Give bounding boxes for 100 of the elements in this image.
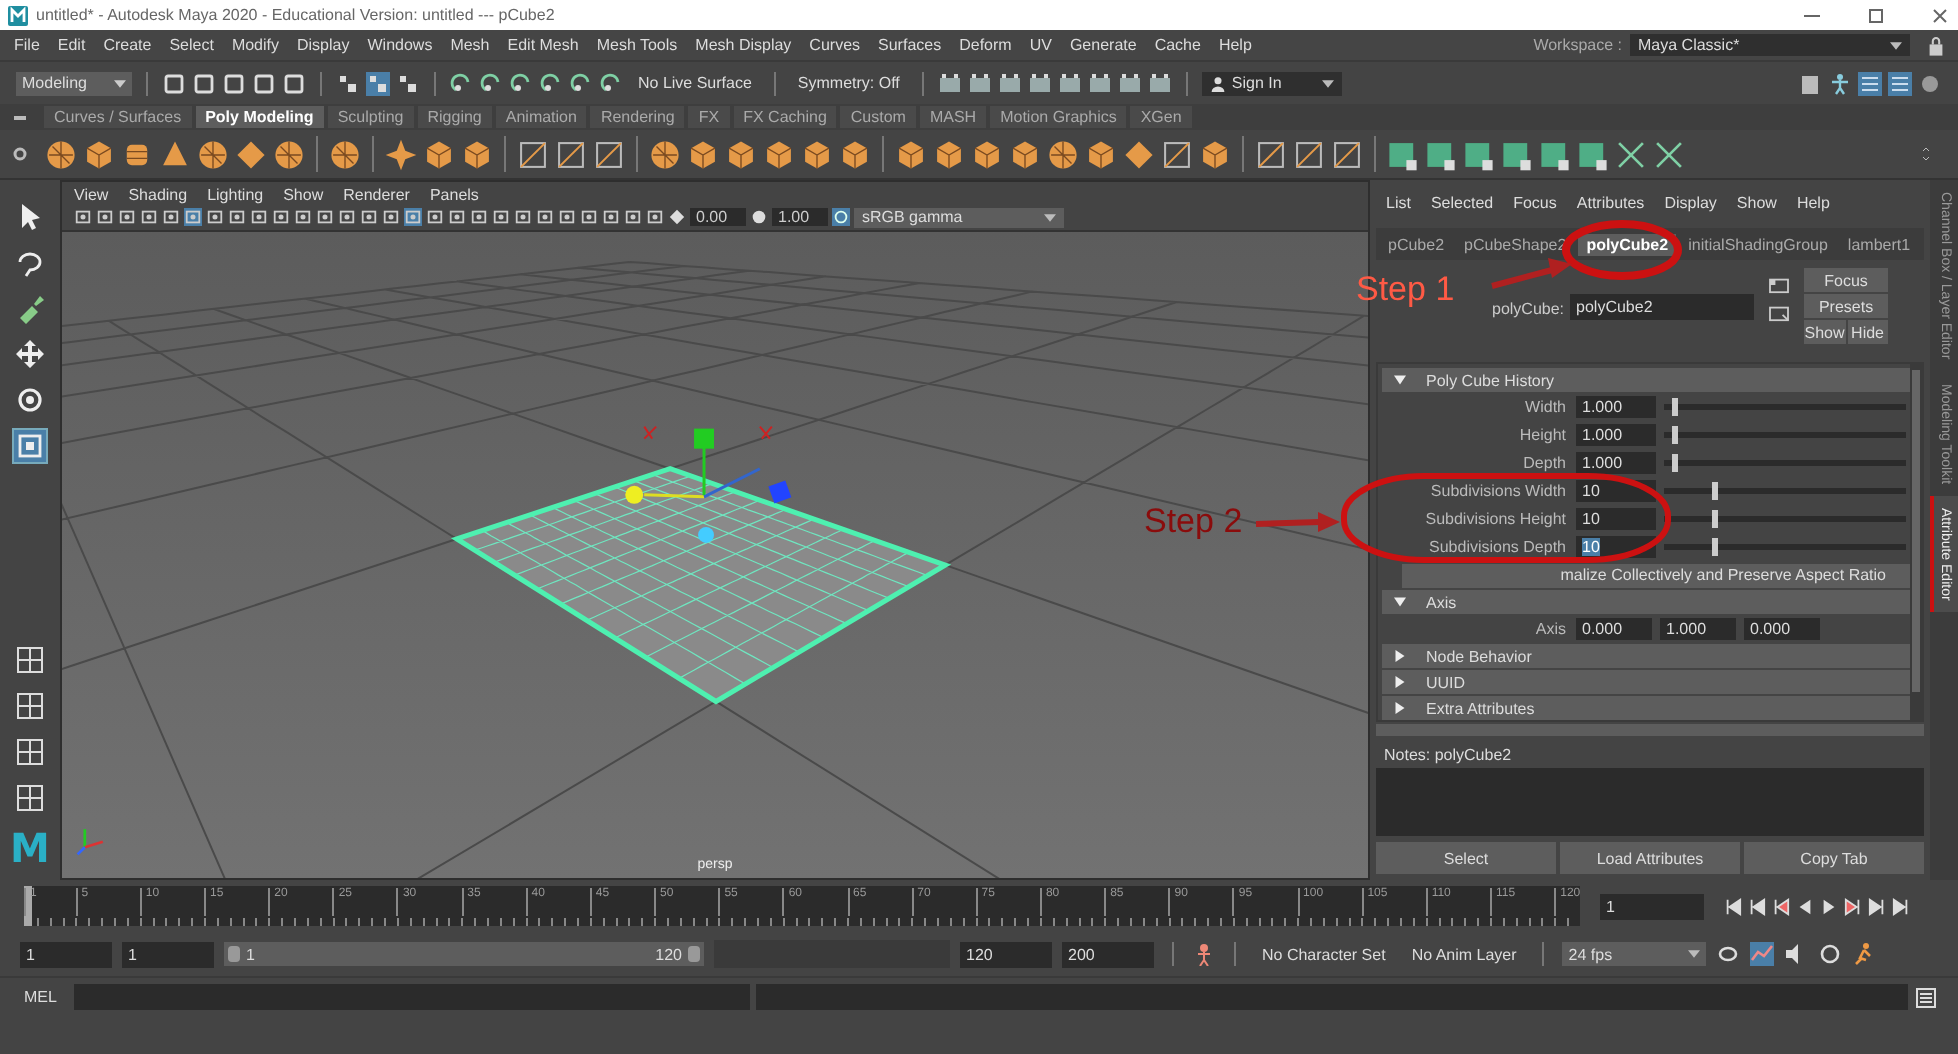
- menu-item[interactable]: File: [14, 36, 40, 54]
- cross-icon[interactable]: [1652, 137, 1686, 171]
- panel-menu-item[interactable]: Lighting: [207, 186, 264, 204]
- editor-button[interactable]: Select: [1376, 842, 1556, 874]
- single-pane-icon[interactable]: [14, 644, 46, 676]
- symmetry-dropdown[interactable]: Symmetry: Off: [789, 74, 908, 92]
- loop-icon[interactable]: [1716, 942, 1741, 966]
- poly-plane-drawing[interactable]: [450, 466, 952, 705]
- slider-thumb[interactable]: [1712, 482, 1719, 500]
- menu-item[interactable]: Mesh: [450, 36, 490, 54]
- character-key-icon[interactable]: [1192, 942, 1216, 966]
- cube-icon[interactable]: [724, 137, 758, 171]
- attribute-field[interactable]: 1.000: [1576, 396, 1656, 418]
- shelf-scroll-icon[interactable]: [1918, 146, 1934, 162]
- editor-menu-item[interactable]: Selected: [1430, 193, 1494, 211]
- mesh-icon[interactable]: [1500, 137, 1534, 171]
- attribute-field[interactable]: 0.000: [1576, 618, 1652, 640]
- node-tab[interactable]: initialShadingGroup: [1680, 233, 1836, 255]
- cube-icon[interactable]: [762, 137, 796, 171]
- panel-menu-item[interactable]: View: [74, 186, 109, 204]
- cube-icon[interactable]: [894, 137, 928, 171]
- command-language-label[interactable]: MEL: [24, 988, 68, 1006]
- shelf-tab[interactable]: FX: [688, 106, 730, 128]
- section-header[interactable]: Node Behavior: [1382, 644, 1910, 668]
- attribute-editor-icon[interactable]: [1888, 71, 1912, 95]
- character-set-dropdown[interactable]: No Character Set: [1254, 945, 1394, 963]
- shelf-tab[interactable]: Motion Graphics: [990, 106, 1127, 128]
- attribute-field[interactable]: 1.000: [1660, 618, 1736, 640]
- command-input-field[interactable]: [74, 984, 750, 1010]
- node-tab[interactable]: pCubeShape2: [1456, 233, 1575, 255]
- menu-item[interactable]: Curves: [809, 36, 861, 54]
- skip-end-icon[interactable]: [1892, 897, 1910, 915]
- cube-icon[interactable]: [1008, 137, 1042, 171]
- menu-item[interactable]: Modify: [231, 36, 279, 54]
- two-pane-icon[interactable]: [14, 736, 46, 768]
- mesh-icon[interactable]: [1386, 137, 1420, 171]
- slider-thumb[interactable]: [1712, 538, 1719, 556]
- editor-menu-item[interactable]: Focus: [1513, 193, 1557, 211]
- shelf-tab[interactable]: MASH: [919, 106, 987, 128]
- cube-icon[interactable]: [1198, 137, 1232, 171]
- panel-menu-item[interactable]: Shading: [128, 186, 188, 204]
- mesh-icon[interactable]: [1424, 137, 1458, 171]
- focus-button[interactable]: Focus: [1804, 268, 1889, 292]
- cube-icon[interactable]: [932, 137, 966, 171]
- notes-field[interactable]: [1376, 768, 1924, 836]
- shelf-tab[interactable]: Rigging: [417, 106, 492, 128]
- cube-icon[interactable]: [838, 137, 872, 171]
- play-icon[interactable]: [1820, 897, 1838, 915]
- rotate-icon[interactable]: [14, 384, 46, 416]
- cube-icon[interactable]: [970, 137, 1004, 171]
- menu-item[interactable]: Deform: [959, 36, 1012, 54]
- sphere-icon[interactable]: [1046, 137, 1080, 171]
- cube-icon[interactable]: [800, 137, 834, 171]
- section-header[interactable]: Axis: [1382, 590, 1910, 614]
- shelf-tab[interactable]: Curves / Surfaces: [44, 106, 192, 128]
- step-back-icon[interactable]: [1748, 897, 1766, 915]
- horizontal-scrollbar[interactable]: [1376, 724, 1924, 736]
- scale-icon[interactable]: [14, 430, 46, 462]
- cone-icon[interactable]: [158, 137, 192, 171]
- attribute-field[interactable]: 1.000: [1576, 424, 1656, 446]
- shelf-tab[interactable]: Poly Modeling: [195, 106, 324, 128]
- attribute-field[interactable]: 10: [1576, 508, 1656, 530]
- maximize-icon[interactable]: [1866, 5, 1886, 25]
- diamond-icon[interactable]: [234, 137, 268, 171]
- mode-dropdown[interactable]: Modeling: [16, 71, 132, 95]
- slider-thumb[interactable]: [1671, 398, 1678, 416]
- lock-icon[interactable]: [1928, 35, 1944, 55]
- section-header[interactable]: UUID: [1382, 670, 1910, 694]
- key-forward-icon[interactable]: [1844, 897, 1862, 915]
- sphere-icon[interactable]: [648, 137, 682, 171]
- mesh-icon[interactable]: [1538, 137, 1572, 171]
- menu-item[interactable]: Mesh Display: [695, 36, 792, 54]
- fps-dropdown[interactable]: 24 fps: [1562, 942, 1707, 966]
- shelf-settings-icon[interactable]: [12, 146, 28, 162]
- menu-item[interactable]: Edit Mesh: [507, 36, 579, 54]
- shelf-tab[interactable]: FX Caching: [733, 106, 837, 128]
- menu-item[interactable]: Windows: [367, 36, 433, 54]
- start-time-field[interactable]: 1: [20, 941, 112, 967]
- section-header[interactable]: Extra Attributes: [1382, 696, 1910, 720]
- section-header[interactable]: Poly Cube History: [1382, 368, 1910, 392]
- mesh-icon[interactable]: [1576, 137, 1610, 171]
- live-surface-button[interactable]: No Live Surface: [630, 74, 760, 92]
- editor-button[interactable]: Copy Tab: [1744, 842, 1924, 874]
- sphere-icon[interactable]: [328, 137, 362, 171]
- panel-menu-item[interactable]: Show: [283, 186, 324, 204]
- editor-button[interactable]: Load Attributes: [1560, 842, 1740, 874]
- diamond-icon[interactable]: [1122, 137, 1156, 171]
- close-icon[interactable]: [1930, 5, 1950, 25]
- node-tab[interactable]: polyCube2: [1578, 233, 1677, 255]
- workspace-dropdown[interactable]: Maya Classic*: [1630, 34, 1910, 56]
- slider-thumb[interactable]: [1671, 454, 1678, 472]
- slider-thumb[interactable]: [1712, 510, 1719, 528]
- end-time-field[interactable]: 200: [1062, 941, 1154, 967]
- attribute-field[interactable]: 1.000: [1576, 452, 1656, 474]
- move-icon[interactable]: [14, 338, 46, 370]
- key-back-icon[interactable]: [1772, 897, 1790, 915]
- range-slider-bar[interactable]: 1 120: [224, 942, 704, 966]
- editor-menu-item[interactable]: List: [1386, 193, 1411, 211]
- star-icon[interactable]: [384, 137, 418, 171]
- menu-item[interactable]: Cache: [1154, 36, 1201, 54]
